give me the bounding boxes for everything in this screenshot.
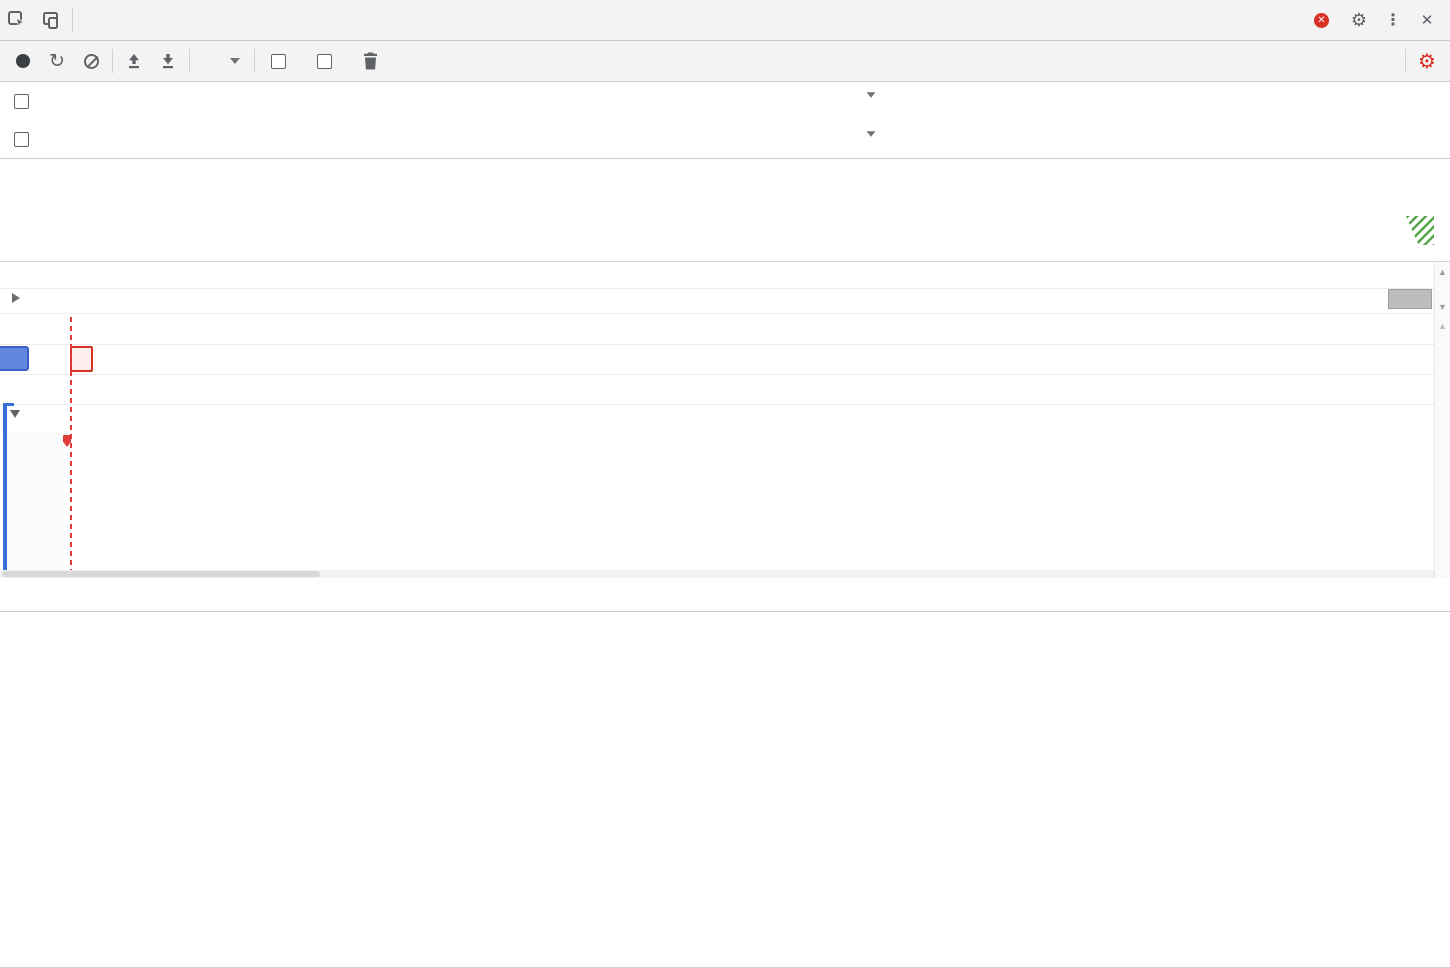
memory-checkbox[interactable] xyxy=(317,54,332,69)
main-track-disclosure-icon[interactable] xyxy=(10,410,20,418)
chevron-down-icon xyxy=(230,58,240,64)
flame-row-pink[interactable] xyxy=(63,511,1398,535)
cpu-throttle-select[interactable] xyxy=(836,131,876,137)
kebab-menu-icon[interactable]: ⋮ xyxy=(1378,5,1408,35)
flame-horizontal-scrollbar[interactable] xyxy=(0,570,1434,578)
panel-tabs xyxy=(77,0,1314,41)
scroll-up2-icon[interactable]: ▲ xyxy=(1438,322,1447,331)
settings-gear-icon[interactable]: ⚙ xyxy=(1344,5,1374,35)
flame-row-peach[interactable] xyxy=(63,537,1398,561)
drawer-tabbar xyxy=(0,578,1450,612)
load-event-marker[interactable] xyxy=(70,346,93,372)
capture-settings-pane xyxy=(0,82,1450,159)
scroll-up-icon[interactable]: ▲ xyxy=(1438,268,1447,277)
close-icon[interactable]: ✕ xyxy=(1412,5,1442,35)
timeline-overview[interactable] xyxy=(0,159,1450,262)
paint-instrumentation-checkbox[interactable] xyxy=(14,132,29,147)
flame-row-scripting-2[interactable] xyxy=(63,487,1398,509)
paint-instrumentation-row[interactable] xyxy=(14,132,38,147)
device-toolbar-icon[interactable] xyxy=(34,4,68,36)
disable-js-samples-checkbox[interactable] xyxy=(14,94,29,109)
inspect-element-icon[interactable] xyxy=(0,4,34,36)
tabbar-right-controls: ✕ ⚙ ⋮ ✕ xyxy=(1314,5,1450,35)
divider xyxy=(1405,49,1406,73)
console-error-badge[interactable]: ✕ xyxy=(1314,13,1334,28)
clear-recordings-icon[interactable] xyxy=(74,45,108,77)
error-icon: ✕ xyxy=(1314,13,1329,28)
summary-donut-chart xyxy=(15,724,187,896)
load-profile-icon[interactable] xyxy=(117,45,151,77)
garbage-collect-icon[interactable] xyxy=(353,45,387,77)
divider xyxy=(254,49,255,73)
screenshots-checkbox[interactable] xyxy=(271,54,286,69)
main-track-selection-arm xyxy=(3,403,14,406)
marker-dashed-line xyxy=(70,317,72,572)
record-button[interactable] xyxy=(6,45,40,77)
flame-row-scripting-1[interactable] xyxy=(63,462,1398,486)
flame-vertical-scrollbar[interactable]: ▲ ▼ ▲ xyxy=(1434,262,1450,578)
divider xyxy=(112,49,113,73)
divider xyxy=(189,49,190,73)
flame-left-gutter xyxy=(7,433,63,572)
timeline-tracks[interactable]: ▲ ▼ ▲ xyxy=(0,262,1450,578)
capture-settings-gear-icon[interactable]: ⚙ xyxy=(1410,45,1444,77)
chevron-down-icon xyxy=(867,92,876,97)
divider xyxy=(72,8,73,32)
disable-js-samples-row[interactable] xyxy=(14,94,38,109)
screenshots-checkbox-row[interactable] xyxy=(271,54,295,69)
network-track-scrollbar[interactable] xyxy=(1388,289,1432,309)
devtools-window: ✕ ⚙ ⋮ ✕ ↻ xyxy=(0,0,1450,968)
dcl-marker[interactable] xyxy=(0,346,29,371)
flame-row-tasks[interactable] xyxy=(68,433,1398,460)
chevron-down-icon xyxy=(867,131,876,136)
frames-track-bars[interactable] xyxy=(140,317,1404,342)
session-select[interactable] xyxy=(194,58,250,64)
devtools-tabbar: ✕ ⚙ ⋮ ✕ xyxy=(0,0,1450,41)
save-profile-icon[interactable] xyxy=(151,45,185,77)
network-throttle-select[interactable] xyxy=(836,92,876,98)
reload-and-record-icon[interactable]: ↻ xyxy=(40,45,74,77)
performance-toolbar: ↻ ⚙ xyxy=(0,41,1450,82)
memory-checkbox-row[interactable] xyxy=(317,54,341,69)
scroll-down-icon[interactable]: ▼ xyxy=(1438,303,1447,312)
network-track-disclosure-icon[interactable] xyxy=(12,293,20,303)
